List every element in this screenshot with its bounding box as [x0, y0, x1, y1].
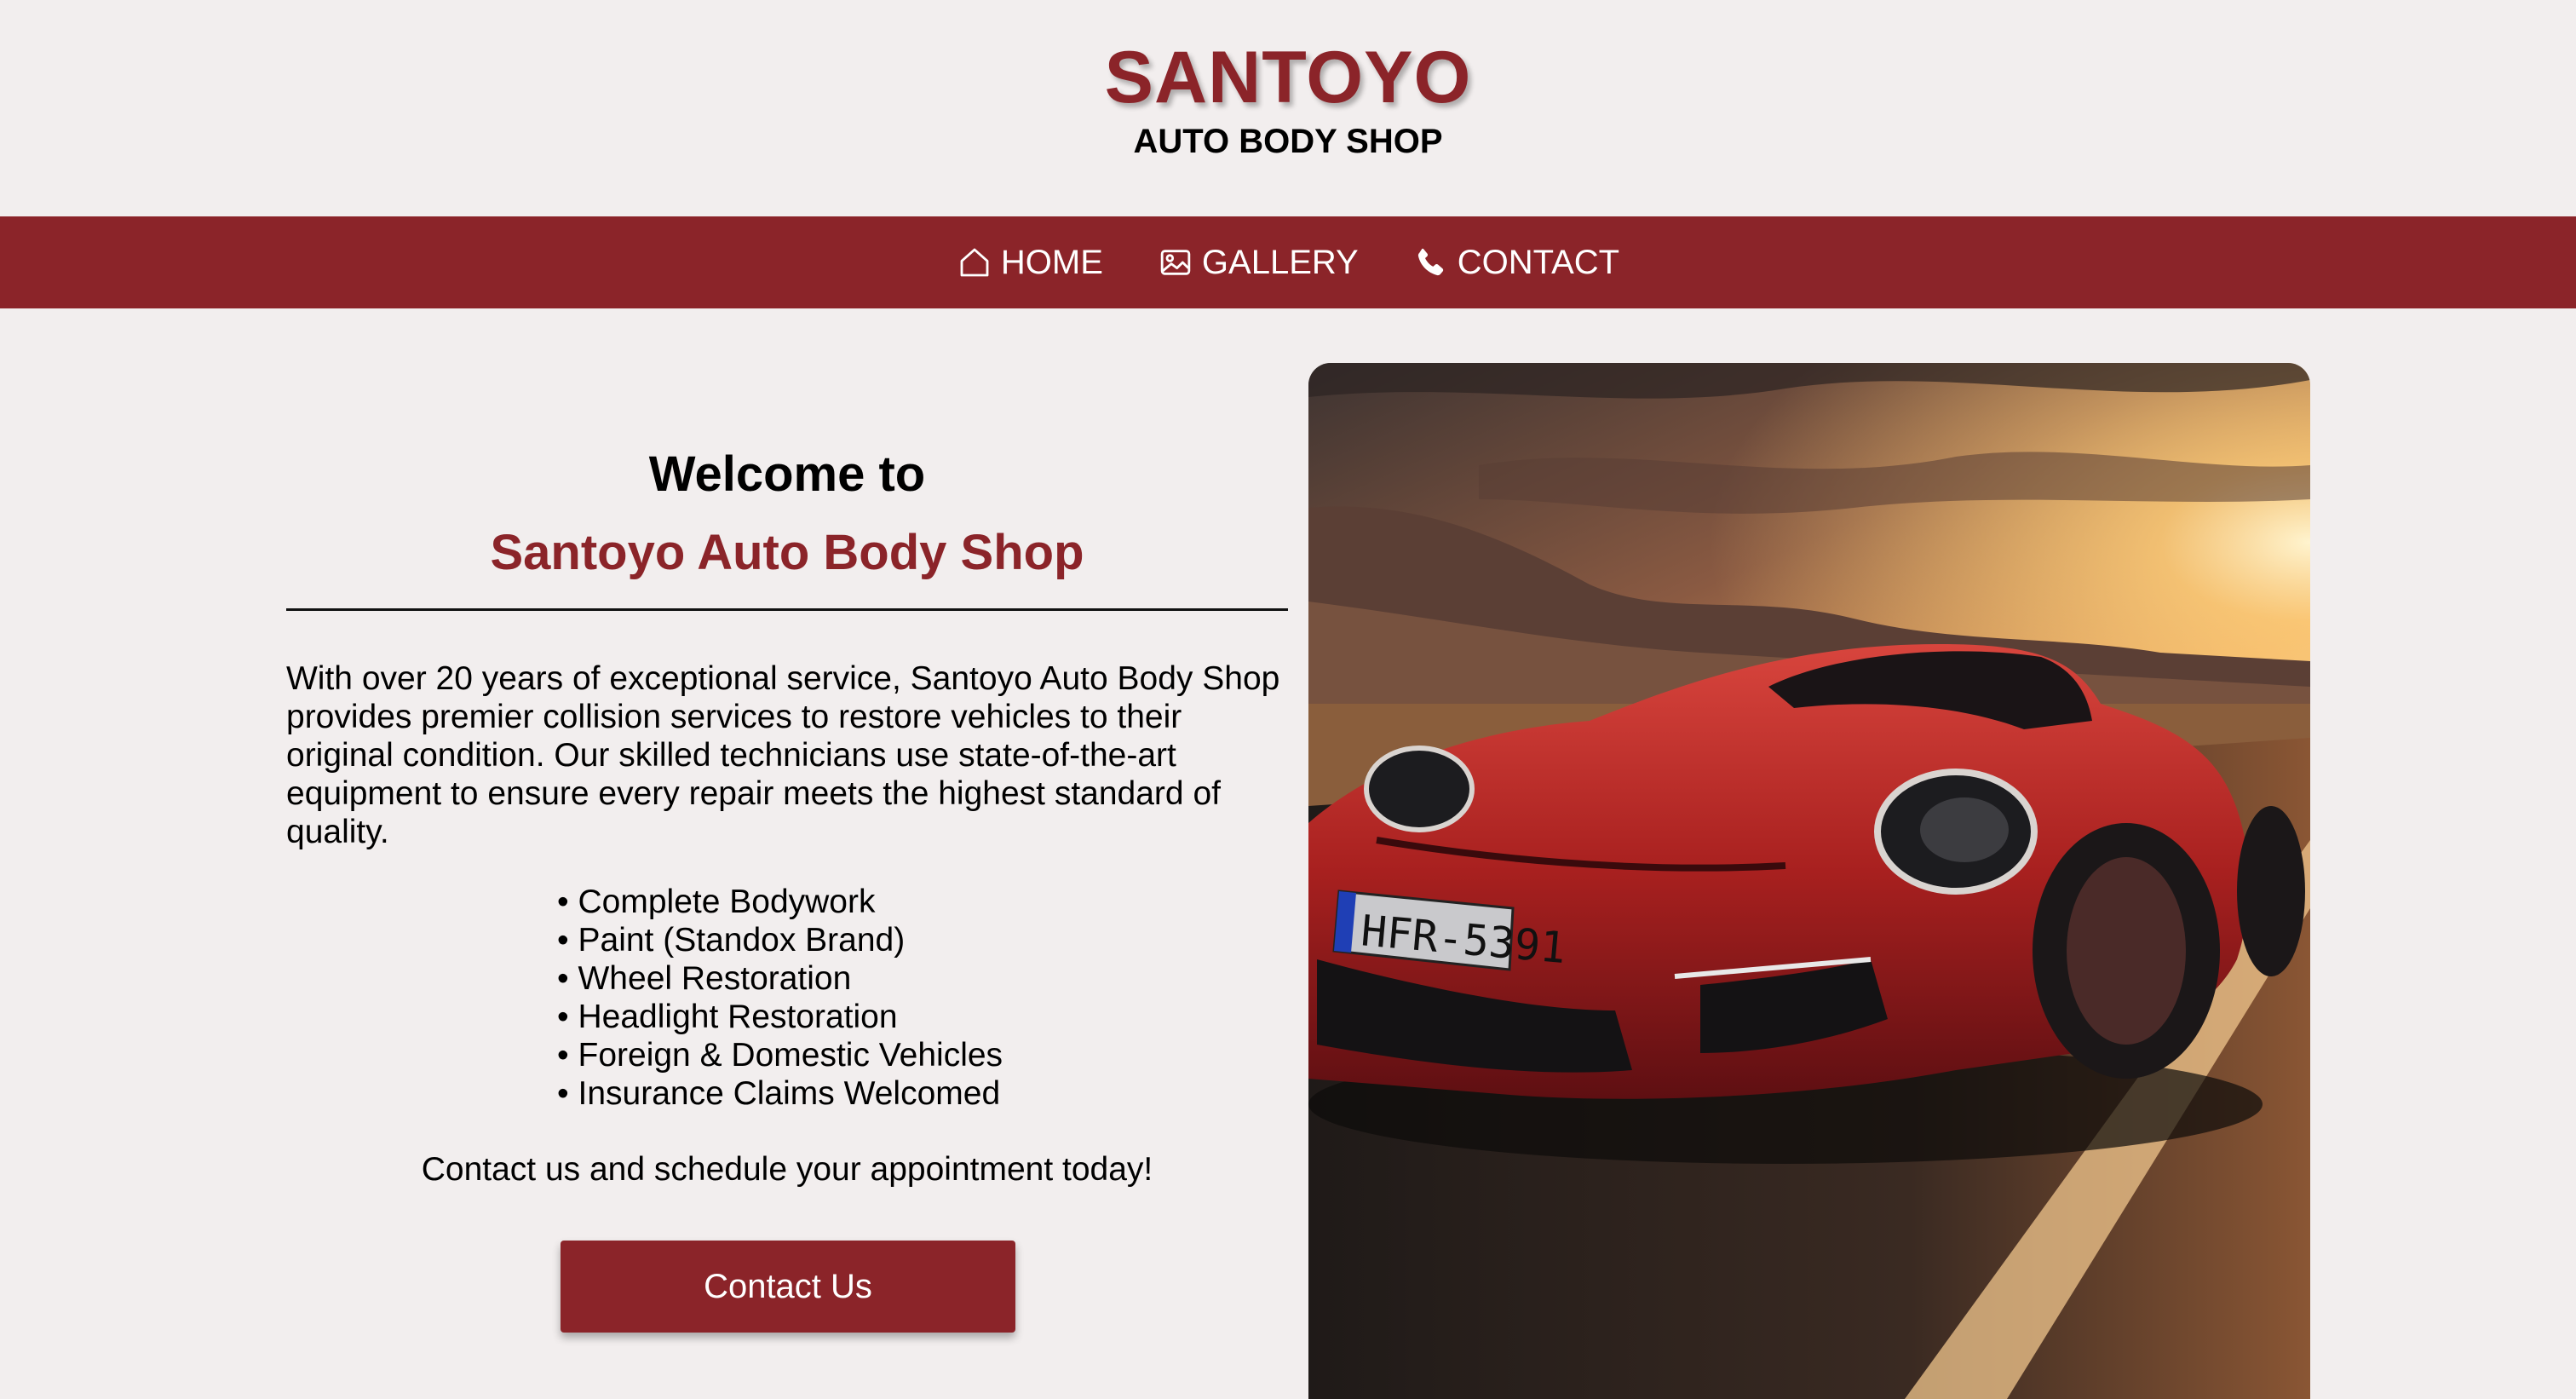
home-icon [957, 245, 992, 280]
nav-item-home[interactable]: HOME [957, 244, 1103, 282]
divider [286, 608, 1288, 611]
nav-label-home: HOME [1000, 243, 1103, 281]
image-icon [1158, 245, 1193, 280]
shop-name-heading: Santoyo Auto Body Shop [490, 525, 1084, 580]
nav-label-contact: CONTACT [1457, 243, 1620, 281]
nav-item-gallery[interactable]: GALLERY [1158, 244, 1359, 282]
service-item: Headlight Restoration [557, 998, 1003, 1036]
service-item: Paint (Standox Brand) [557, 921, 1003, 959]
service-item: Foreign & Domestic Vehicles [557, 1036, 1003, 1074]
service-item: Insurance Claims Welcomed [557, 1074, 1003, 1113]
site-header: SANTOYO AUTO BODY SHOP [0, 0, 2576, 216]
cta-text: Contact us and schedule your appointment… [421, 1151, 1153, 1188]
nav-label-gallery: GALLERY [1201, 243, 1359, 281]
services-list: Complete Bodywork Paint (Standox Brand) … [557, 883, 1003, 1113]
brand-title: SANTOYO [1104, 37, 1472, 118]
intro-description: With over 20 years of exceptional servic… [286, 660, 1280, 850]
contact-us-button[interactable]: Contact Us [561, 1241, 1015, 1333]
hero-car-image: HFR-5391 [1308, 363, 2310, 1399]
service-item: Complete Bodywork [557, 883, 1003, 921]
nav-item-contact[interactable]: CONTACT [1413, 244, 1619, 282]
welcome-heading: Welcome to [648, 446, 926, 502]
service-item: Wheel Restoration [557, 959, 1003, 998]
phone-icon [1413, 245, 1449, 280]
brand-subtitle: AUTO BODY SHOP [1133, 123, 1443, 160]
main-nav: HOME GALLERY CONTACT [0, 216, 2576, 308]
